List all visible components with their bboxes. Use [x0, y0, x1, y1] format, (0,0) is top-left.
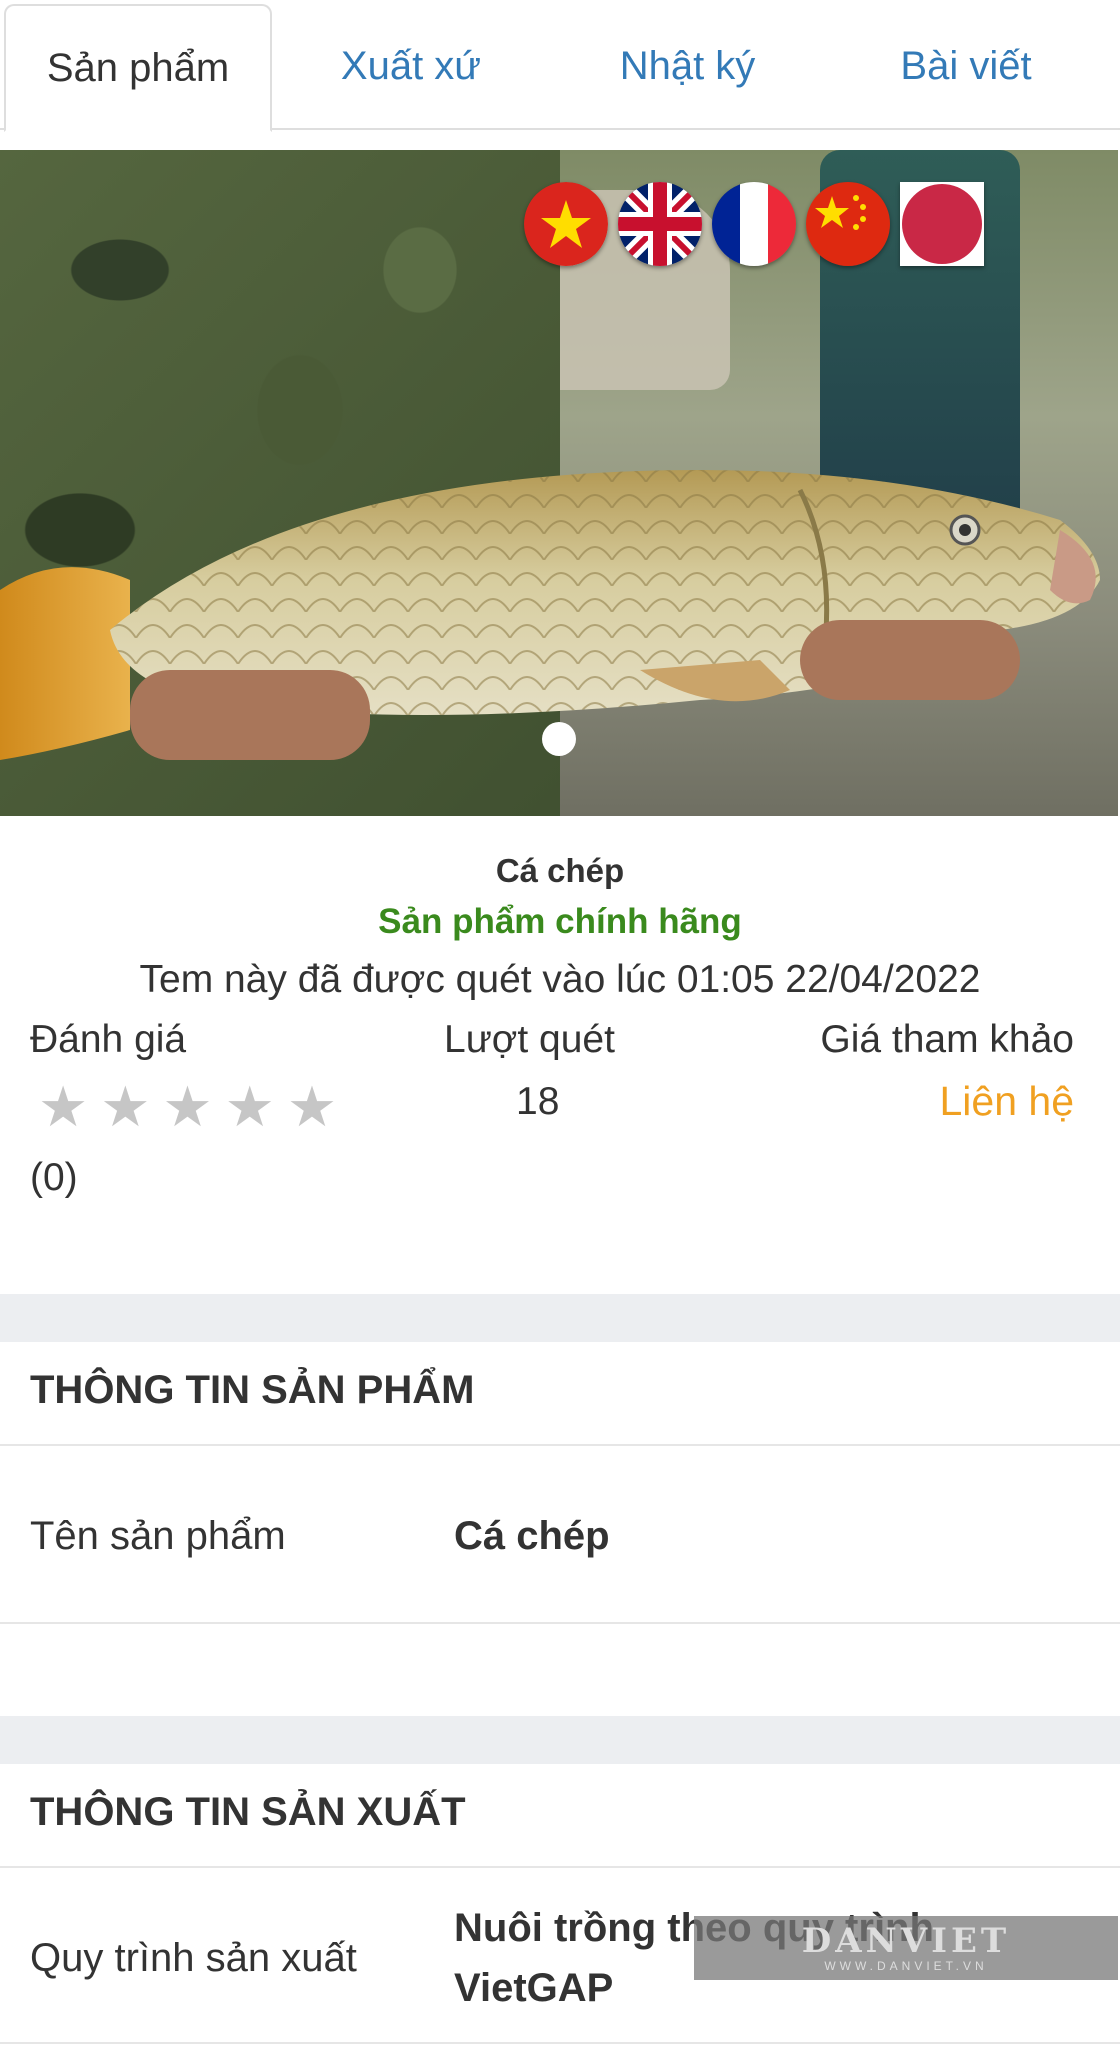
carousel-indicator-dot[interactable] [542, 722, 576, 756]
japan-flag-icon[interactable] [900, 182, 984, 266]
hand-left [130, 670, 370, 760]
authenticity-badge: Sản phẩm chính hãng [378, 902, 742, 941]
tab-bar: Sản phẩm Xuất xứ Nhật ký Bài viết [0, 0, 1120, 132]
divider [0, 1622, 1120, 1624]
hand-right [800, 620, 1020, 700]
star-icon[interactable]: ★ [162, 1080, 212, 1136]
tab-bai-viet[interactable]: Bài viết [828, 4, 1104, 128]
production-info-title: THÔNG TIN SẢN XUẤT [30, 1790, 466, 1834]
scan-notice: Tem này đã được quét vào lúc 01:05 22/04… [139, 958, 981, 1001]
danviet-watermark: DANVIET WWW.DANVIET.VN [694, 1916, 1118, 1980]
china-flag-icon[interactable] [806, 182, 890, 266]
rating-stars[interactable]: ★ ★ ★ ★ ★ [38, 1080, 337, 1136]
production-process-value-line2: VietGAP [454, 1966, 614, 2010]
divider [0, 1866, 1120, 1868]
divider [0, 2042, 1120, 2044]
star-icon[interactable]: ★ [100, 1080, 150, 1136]
contact-price-link[interactable]: Liên hệ [939, 1078, 1074, 1125]
rating-label: Đánh giá [30, 1018, 187, 1061]
star-icon[interactable]: ★ [225, 1080, 275, 1136]
product-info-title: THÔNG TIN SẢN PHẨM [30, 1368, 475, 1412]
language-flags [524, 182, 984, 270]
section-divider [0, 1716, 1120, 1764]
tab-xuat-xu[interactable]: Xuất xứ [276, 4, 546, 128]
scan-count-value: 18 [516, 1080, 560, 1123]
reference-price-label: Giá tham khảo [820, 1018, 1074, 1061]
star-icon[interactable]: ★ [287, 1080, 337, 1136]
star-icon[interactable]: ★ [38, 1080, 88, 1136]
divider [0, 1444, 1120, 1446]
uk-flag-icon[interactable] [618, 182, 702, 266]
product-name-label: Tên sản phẩm [30, 1514, 286, 1558]
vietnam-flag-icon[interactable] [524, 182, 608, 266]
production-process-label: Quy trình sản xuất [30, 1936, 357, 1980]
section-divider [0, 1294, 1120, 1342]
scan-count-label: Lượt quét [444, 1018, 615, 1061]
tab-san-pham[interactable]: Sản phẩm [4, 4, 272, 132]
rating-count: (0) [30, 1156, 78, 1199]
product-name-value: Cá chép [454, 1514, 610, 1558]
tab-nhat-ky[interactable]: Nhật ký [550, 4, 825, 128]
product-name: Cá chép [495, 852, 625, 889]
france-flag-icon[interactable] [712, 182, 796, 266]
